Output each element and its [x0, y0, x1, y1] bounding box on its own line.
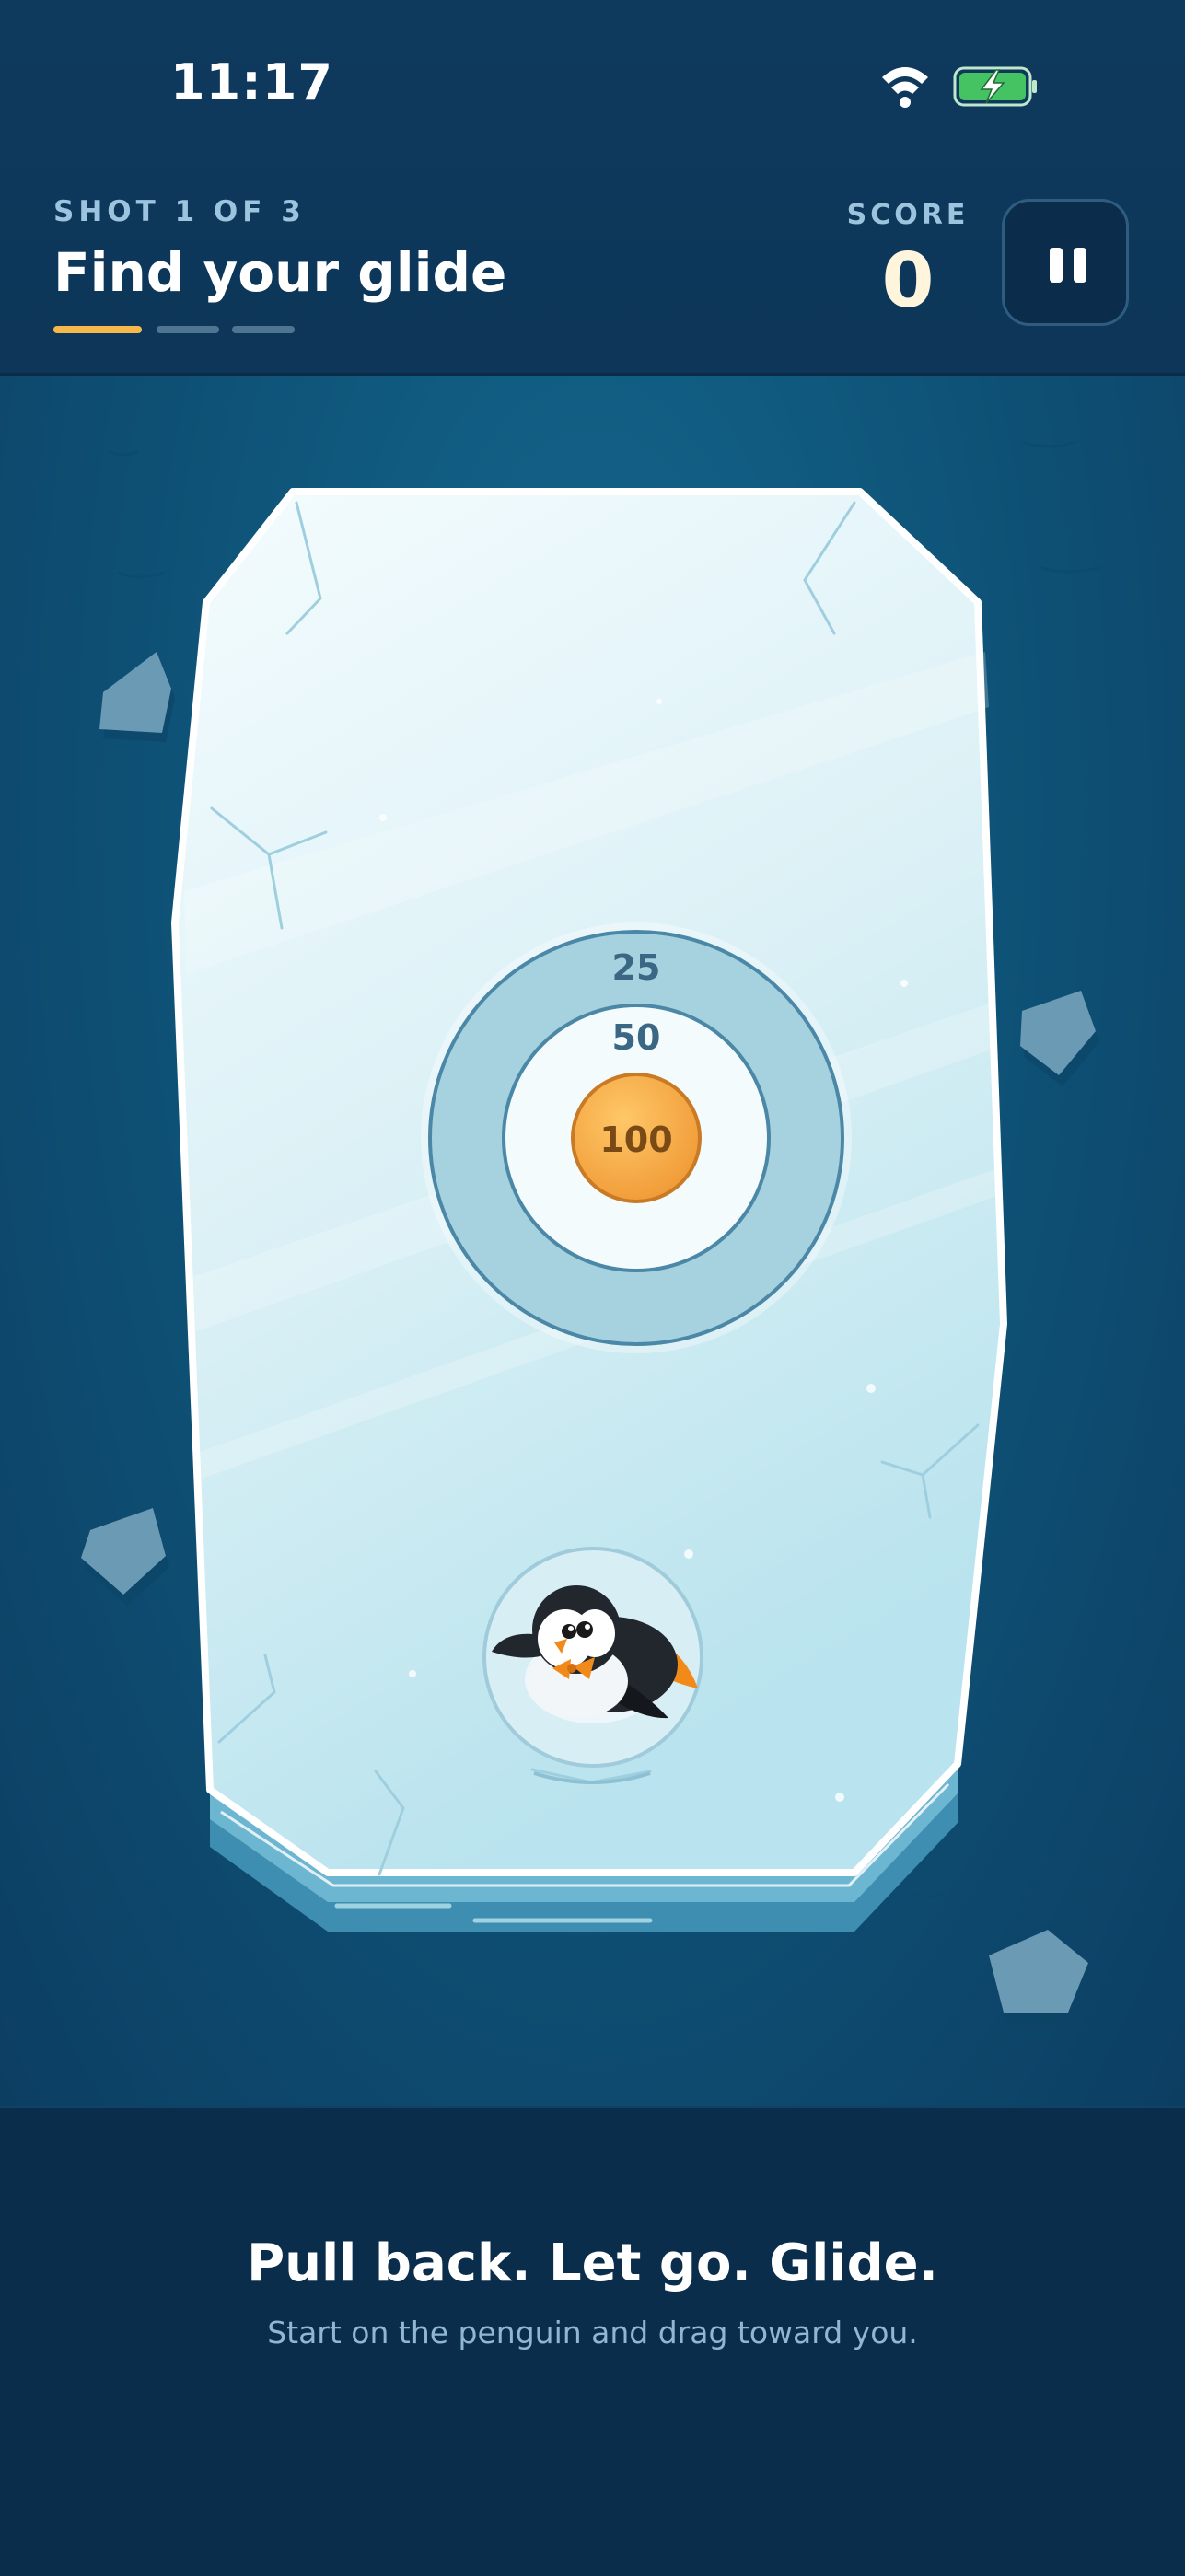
ice-chunk	[99, 652, 175, 742]
status-time: 11:17	[170, 53, 333, 111]
battery-charging-icon	[953, 66, 1037, 107]
ice-chunk	[989, 1930, 1092, 2024]
hint-subtitle: Start on the penguin and drag toward you…	[267, 2315, 918, 2350]
page-title: Find your glide	[53, 241, 507, 304]
shot-progress-segment-3	[232, 326, 295, 333]
scoring-target: 25 50 100	[421, 922, 852, 1353]
score-value: 0	[881, 238, 935, 325]
shot-progress-segment-1	[53, 326, 142, 333]
top-bar: 11:17 SHOT 1 OF 3 Find your glide SCORE …	[0, 0, 1185, 376]
wifi-icon	[882, 67, 928, 108]
playfield[interactable]: 25 50 100	[0, 376, 1185, 2106]
status-icons	[882, 66, 1037, 108]
score-label: SCORE	[846, 199, 970, 231]
pause-button[interactable]	[1002, 199, 1129, 326]
hint-title: Pull back. Let go. Glide.	[247, 2234, 938, 2293]
target-label-bullseye: 100	[599, 1120, 672, 1160]
target-label-outer: 25	[612, 947, 661, 988]
ice-chunk	[81, 1508, 169, 1606]
playfield-scene: 25 50 100	[81, 440, 1102, 2038]
ice-chunk	[1020, 991, 1099, 1086]
shot-progress-segment-2	[157, 326, 219, 333]
shot-counter: SHOT 1 OF 3	[53, 195, 306, 228]
target-label-middle: 50	[612, 1017, 661, 1058]
